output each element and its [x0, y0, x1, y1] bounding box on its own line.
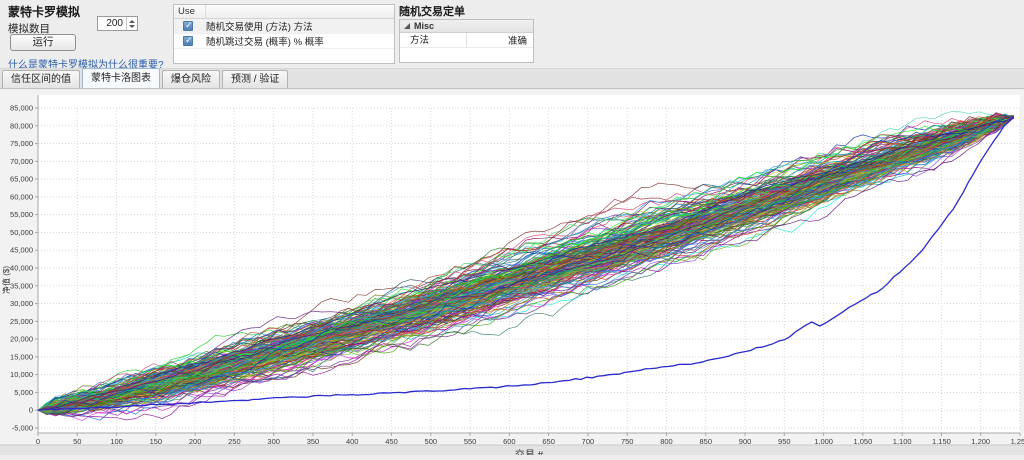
y-tick-label: 15,000	[10, 352, 33, 361]
y-tick-label: 70,000	[10, 157, 33, 166]
use-row-label: 随机跳过交易 (概率) % 概率	[206, 34, 324, 48]
misc-group-header[interactable]: Misc	[400, 20, 533, 33]
stepper-arrows-icon[interactable]	[126, 17, 137, 30]
sim-count-value[interactable]: 200	[98, 18, 126, 29]
use-row-random-method[interactable]: 随机交易使用 (方法) 方法	[174, 19, 394, 34]
y-tick-label: 50,000	[10, 228, 33, 237]
tab-monte-carlo-chart[interactable]: 蒙特卡洛图表	[82, 68, 160, 88]
expander-triangle-icon[interactable]	[404, 23, 410, 29]
checkbox-checked-icon[interactable]	[183, 36, 193, 46]
monte-carlo-chart: -5,000 0 5,000 10,000 15,000 20,000 25,000 30,0…	[0, 90, 1024, 455]
order-panel-title: 随机交易定单	[399, 3, 465, 19]
y-tick-label: 0	[29, 406, 33, 415]
use-row-skip-trades[interactable]: 随机跳过交易 (概率) % 概率	[174, 34, 394, 49]
y-tick-label: 55,000	[10, 210, 33, 219]
arrow-up-icon[interactable]	[129, 20, 135, 23]
checkbox-checked-icon[interactable]	[183, 21, 193, 31]
tab-prediction-validation[interactable]: 预测 / 验证	[222, 70, 288, 88]
use-header-label: Use	[174, 5, 206, 18]
y-tick-label: 80,000	[10, 121, 33, 130]
y-tick-label: 85,000	[10, 104, 33, 113]
sim-count-stepper[interactable]: 200	[97, 16, 138, 31]
use-row-label: 随机交易使用 (方法) 方法	[206, 19, 313, 33]
property-row[interactable]: 方法 准确	[400, 33, 533, 48]
y-tick-label: 40,000	[10, 264, 33, 273]
use-options-panel: Use 随机交易使用 (方法) 方法 随机跳过交易 (概率) % 概率	[173, 4, 395, 64]
arrow-down-icon[interactable]	[129, 25, 135, 28]
y-tick-label: 25,000	[10, 317, 33, 326]
misc-group-label: Misc	[414, 21, 434, 31]
tab-bar: 信任区间的值 蒙特卡洛图表 爆仓风险 预测 / 验证	[0, 68, 1024, 89]
y-tick-label: 65,000	[10, 175, 33, 184]
y-tick-label: 45,000	[10, 246, 33, 255]
property-name: 方法	[400, 33, 467, 47]
page-title: 蒙特卡罗模拟	[8, 3, 80, 20]
x-axis-title: 交易 #	[515, 448, 544, 455]
y-tick-label: -5,000	[12, 424, 33, 433]
y-tick-label: 35,000	[10, 281, 33, 290]
order-properties-panel: Misc 方法 准确	[399, 19, 534, 63]
monte-carlo-chart-svg: -5,000 0 5,000 10,000 15,000 20,000 25,000 30,0…	[0, 90, 1024, 455]
y-tick-label: 75,000	[10, 139, 33, 148]
tab-ruin-risk[interactable]: 爆仓风险	[162, 70, 220, 88]
tab-confidence-intervals[interactable]: 信任区间的值	[2, 70, 80, 88]
y-tick-label: 30,000	[10, 299, 33, 308]
bottom-strip	[0, 445, 1024, 455]
y-tick-label: 60,000	[10, 192, 33, 201]
y-tick-label: 5,000	[14, 388, 33, 397]
use-column-header: Use	[174, 5, 394, 19]
run-button[interactable]: 运行	[10, 34, 76, 51]
y-axis-title: 净值 ($)	[1, 266, 11, 294]
y-tick-label: 20,000	[10, 335, 33, 344]
property-value[interactable]: 准确	[467, 33, 534, 47]
y-tick-label: 10,000	[10, 370, 33, 379]
